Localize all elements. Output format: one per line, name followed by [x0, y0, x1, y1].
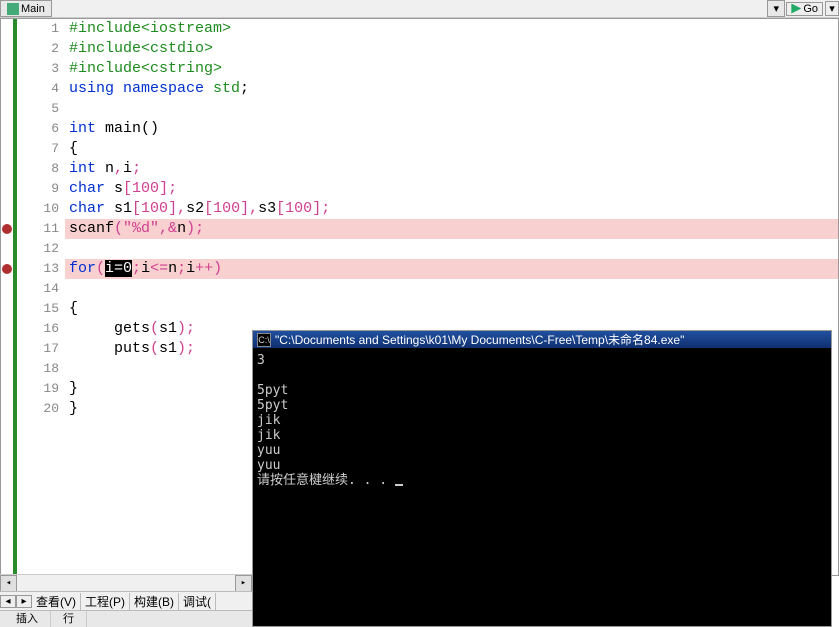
console-title-text: "C:\Documents and Settings\k01\My Docume… — [275, 331, 684, 348]
bottom-tab-bar: ◂ ▸ 查看(V) 工程(P) 构建(B) 调试( — [0, 591, 252, 610]
console-line: 5pyt — [257, 383, 827, 398]
code-line[interactable]: using namespace std; — [65, 79, 838, 99]
code-line[interactable]: int main() — [65, 119, 838, 139]
line-number: 5 — [17, 99, 65, 119]
console-icon: C:\ — [257, 333, 271, 347]
tab-next-icon[interactable]: ▸ — [16, 595, 32, 608]
status-insert: 插入 — [4, 611, 51, 627]
console-line — [257, 368, 827, 383]
breakpoint-marker[interactable] — [2, 224, 12, 234]
go-label: Go — [803, 3, 818, 15]
console-line: yuu — [257, 458, 827, 473]
line-number: 16 — [17, 319, 65, 339]
tab-dropdown[interactable]: ▾ — [767, 0, 785, 17]
code-line[interactable]: for(i=0;i<=n;i++) — [65, 259, 838, 279]
go-button[interactable]: Go — [786, 2, 823, 16]
line-number: 14 — [17, 279, 65, 299]
console-line: jik — [257, 428, 827, 443]
breakpoint-gutter[interactable] — [1, 19, 13, 575]
console-window[interactable]: C:\ "C:\Documents and Settings\k01\My Do… — [252, 330, 832, 627]
line-number: 18 — [17, 359, 65, 379]
code-line[interactable]: { — [65, 139, 838, 159]
code-line[interactable] — [65, 279, 838, 299]
tab-project[interactable]: 工程(P) — [81, 593, 130, 610]
line-number: 13 — [17, 259, 65, 279]
line-number: 20 — [17, 399, 65, 419]
code-line[interactable]: scanf("%d",&n); — [65, 219, 838, 239]
file-tab[interactable]: Main — [0, 0, 52, 17]
code-line[interactable]: #include<cstring> — [65, 59, 838, 79]
cursor — [395, 484, 403, 486]
line-number: 4 — [17, 79, 65, 99]
console-output: 3 5pyt5pytjikjikyuuyuu请按任意楗继续. . . — [253, 349, 831, 626]
line-number: 2 — [17, 39, 65, 59]
breakpoint-marker[interactable] — [2, 264, 12, 274]
go-dropdown[interactable]: ▾ — [825, 1, 839, 16]
status-line: 行 — [51, 611, 87, 627]
line-number: 10 — [17, 199, 65, 219]
code-line[interactable]: #include<cstdio> — [65, 39, 838, 59]
console-line: jik — [257, 413, 827, 428]
line-number-gutter: 1234567891011121314151617181920 — [17, 19, 65, 575]
scroll-left-icon[interactable]: ◂ — [0, 575, 17, 592]
tab-label: Main — [21, 3, 45, 15]
line-number: 3 — [17, 59, 65, 79]
code-line[interactable]: #include<iostream> — [65, 19, 838, 39]
line-number: 15 — [17, 299, 65, 319]
line-number: 9 — [17, 179, 65, 199]
console-line: 3 — [257, 353, 827, 368]
line-number: 8 — [17, 159, 65, 179]
code-line[interactable] — [65, 99, 838, 119]
line-number: 17 — [17, 339, 65, 359]
top-tab-bar: Main ▾ Go ▾ — [0, 0, 839, 18]
file-icon — [7, 3, 19, 15]
console-line: 请按任意楗继续. . . — [257, 473, 827, 488]
tab-build[interactable]: 构建(B) — [130, 593, 179, 610]
scroll-right-icon[interactable]: ▸ — [235, 575, 252, 592]
tab-debug[interactable]: 调试( — [179, 593, 216, 610]
line-number: 11 — [17, 219, 65, 239]
code-line[interactable]: char s1[100],s2[100],s3[100]; — [65, 199, 838, 219]
line-number: 19 — [17, 379, 65, 399]
console-line: yuu — [257, 443, 827, 458]
line-number: 6 — [17, 119, 65, 139]
console-line: 5pyt — [257, 398, 827, 413]
code-line[interactable] — [65, 239, 838, 259]
line-number: 1 — [17, 19, 65, 39]
line-number: 12 — [17, 239, 65, 259]
console-titlebar[interactable]: C:\ "C:\Documents and Settings\k01\My Do… — [253, 331, 831, 349]
play-icon — [791, 4, 801, 14]
code-line[interactable]: { — [65, 299, 838, 319]
tab-prev-icon[interactable]: ◂ — [0, 595, 16, 608]
status-bar: 插入 行 — [0, 610, 252, 627]
tab-view[interactable]: 查看(V) — [32, 593, 81, 610]
line-number: 7 — [17, 139, 65, 159]
horizontal-scrollbar[interactable]: ◂ ▸ — [0, 574, 252, 591]
code-line[interactable]: int n,i; — [65, 159, 838, 179]
code-line[interactable]: char s[100]; — [65, 179, 838, 199]
